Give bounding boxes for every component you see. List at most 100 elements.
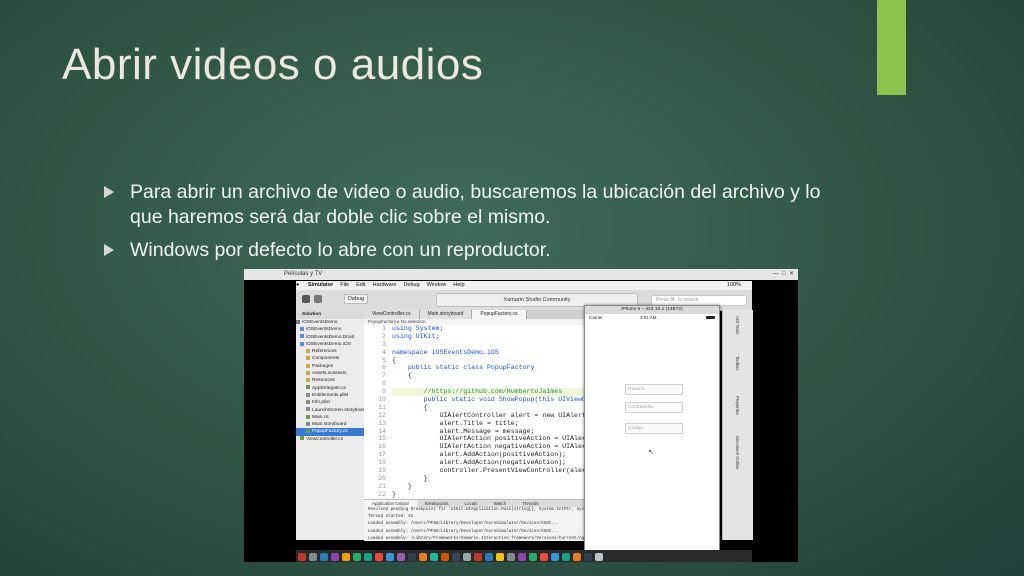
dock-app-icon[interactable] <box>539 553 548 561</box>
dock-app-icon[interactable] <box>550 553 559 561</box>
dock-app-icon[interactable] <box>473 553 482 561</box>
menu-item-window[interactable]: Window <box>427 282 447 288</box>
mouse-cursor-icon: ↖ <box>648 449 654 456</box>
solution-item[interactable]: iOSEventsDemo <box>296 326 364 333</box>
line-number: 19 <box>378 467 386 475</box>
solution-item-label: iOSEventsDemo.Droid <box>306 334 355 340</box>
dock-app-icon[interactable] <box>308 553 317 561</box>
menu-item-help[interactable]: Help <box>453 282 464 288</box>
slide-title: Abrir videos o audios <box>62 40 484 89</box>
solution-item[interactable]: iOSEventsDemo <box>296 319 364 326</box>
line-number: 8 <box>382 380 386 388</box>
solution-item[interactable]: Resources <box>296 377 364 384</box>
dock-app-icon[interactable] <box>396 553 405 561</box>
solution-item[interactable]: Main.cs <box>296 414 364 421</box>
dock-app-icon[interactable] <box>374 553 383 561</box>
menu-item-hardware[interactable]: Hardware <box>373 282 397 288</box>
solution-item[interactable]: ViewController.cs <box>296 436 364 443</box>
dock-app-icon[interactable] <box>572 553 581 561</box>
solution-item[interactable]: Info.plist <box>296 399 364 406</box>
dock-app-icon[interactable] <box>484 553 493 561</box>
line-number: 3 <box>382 340 386 348</box>
scheme-selector[interactable]: Debug <box>344 294 369 304</box>
dock-app-icon[interactable] <box>385 553 394 561</box>
solution-item[interactable]: Components <box>296 355 364 362</box>
solution-item-label: iOSEventsDemo <box>302 320 338 325</box>
output-tab[interactable]: Application Output <box>364 500 417 507</box>
output-tab[interactable]: Locals <box>457 500 486 507</box>
menu-item-file[interactable]: File <box>340 282 349 288</box>
file-icon <box>306 363 310 368</box>
dock-app-icon[interactable] <box>495 553 504 561</box>
side-panel-tab[interactable]: Document Outline <box>735 436 740 470</box>
solution-header: Solution <box>296 310 364 319</box>
solution-item[interactable]: Entitlements.plist <box>296 392 364 399</box>
code-line: alert.AddAction(negativeAction); <box>392 459 567 467</box>
solution-item[interactable]: iOSEventsDemo.iOS <box>296 341 364 348</box>
code-line: UIAlertAction negativeAction = UIAlertA <box>392 443 594 451</box>
password-field[interactable]: Contraseña <box>625 402 683 413</box>
code-line: alert.AddAction(positiveAction); <box>392 451 567 459</box>
side-panel-tab[interactable]: Toolbox <box>735 356 740 390</box>
editor-tab[interactable]: ViewController.cs <box>364 310 420 319</box>
solution-item[interactable]: Packages <box>296 363 364 370</box>
side-panel-tab[interactable]: Properties <box>735 396 740 430</box>
dock-app-icon[interactable] <box>462 553 471 561</box>
solution-item[interactable]: LaunchScreen.storyboard <box>296 407 367 414</box>
dock-app-icon[interactable] <box>506 553 515 561</box>
dock-app-icon[interactable] <box>561 553 570 561</box>
dock-app-icon[interactable] <box>341 553 350 561</box>
window-controls-icon[interactable]: — □ ✕ <box>773 269 794 280</box>
dock-app-icon[interactable] <box>429 553 438 561</box>
line-number: 21 <box>378 482 386 490</box>
dock-app-icon[interactable] <box>418 553 427 561</box>
solution-item[interactable]: Assets.xcassets <box>296 370 364 377</box>
dock-app-icon[interactable] <box>451 553 460 561</box>
carrier-label: Carrier <box>589 315 603 320</box>
code-editor[interactable]: 1 2 3 4 5 6 7 8 9 10 11 12 13 14 15 16 17 18 19 20 21 22 usin… <box>364 325 596 499</box>
dock-app-icon[interactable] <box>363 553 372 561</box>
menubar-status: 100% <box>726 282 741 288</box>
output-tab[interactable]: Watch <box>486 500 515 507</box>
line-number: 15 <box>378 435 386 443</box>
dock-app-icon[interactable] <box>440 553 449 561</box>
ios-status-bar: Carrier 3:01 AM <box>585 314 719 321</box>
output-tab[interactable]: Breakpoints <box>417 500 457 507</box>
menu-item-edit[interactable]: Edit <box>356 282 365 288</box>
code-field[interactable]: Código <box>625 423 683 434</box>
line-number: 12 <box>378 411 386 419</box>
menu-item-simulator[interactable]: Simulator <box>308 282 333 288</box>
dock-app-icon[interactable] <box>407 553 416 561</box>
solution-item[interactable]: iOSEventsDemo.Droid <box>296 334 364 341</box>
dock-app-icon[interactable] <box>319 553 328 561</box>
dock-app-icon[interactable] <box>330 553 339 561</box>
editor-tab[interactable]: PopupFactory.cs <box>472 310 527 319</box>
code-line: //https://github.com/HumbertoJaimes <box>392 388 594 397</box>
mac-dock <box>296 550 752 562</box>
solution-item-label: Main.storyboard <box>312 422 347 428</box>
solution-item[interactable]: Main.storyboard <box>296 421 364 428</box>
dock-app-icon[interactable] <box>583 553 592 561</box>
username-field[interactable]: Usuario <box>625 384 683 395</box>
apple-icon[interactable]: ● <box>296 282 299 288</box>
dock-app-icon[interactable] <box>352 553 361 561</box>
code-line: using UIKit; <box>392 332 440 340</box>
stop-button[interactable] <box>314 295 322 303</box>
code-line: { <box>392 372 412 380</box>
green-accent-bar <box>877 0 906 95</box>
solution-item[interactable]: AppDelegate.cs <box>296 385 364 392</box>
editor-tab[interactable]: Main.storyboard <box>419 310 473 319</box>
dock-app-icon[interactable] <box>594 553 603 561</box>
solution-item[interactable]: References <box>296 348 364 355</box>
side-panel-tab[interactable]: Unit Tests <box>735 316 740 350</box>
solution-item[interactable]: PopupFactory.cs <box>296 428 364 436</box>
menu-item-debug[interactable]: Debug <box>403 282 419 288</box>
dock-app-icon[interactable] <box>528 553 537 561</box>
line-number: 14 <box>378 427 386 435</box>
output-tab[interactable]: Threads <box>514 500 547 507</box>
run-button[interactable] <box>302 295 310 303</box>
dock-app-icon[interactable] <box>297 553 306 561</box>
dock-app-icon[interactable] <box>517 553 526 561</box>
solution-item-label: Entitlements.plist <box>312 392 349 398</box>
